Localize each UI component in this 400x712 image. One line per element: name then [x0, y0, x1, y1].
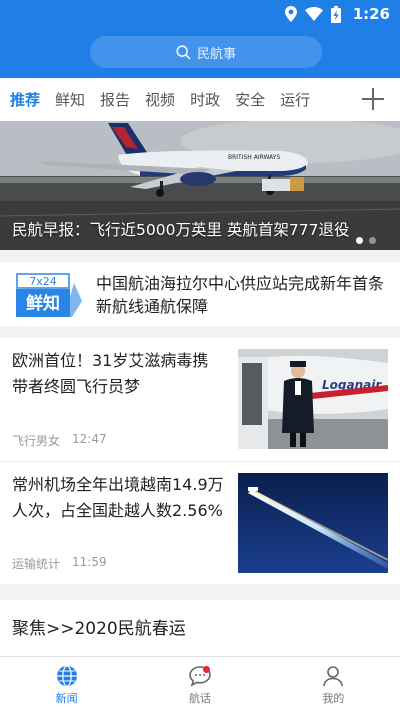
nav-profile-label: 我的 — [322, 692, 345, 705]
news-source: 运输统计 — [12, 557, 61, 571]
status-bar: 1:26 — [284, 0, 390, 28]
aircraft-trail-photo — [238, 473, 388, 573]
pilot-photo: Loganair — [238, 349, 388, 449]
user-icon — [323, 666, 344, 687]
search-icon — [176, 44, 191, 60]
tab-politics[interactable]: 时政 — [190, 89, 220, 110]
news-item[interactable]: 常州机场全年出境越南14.9万人次，占全国赴越人数2.56% 运输统计 11:5… — [0, 461, 400, 584]
news-meta: 运输统计 11:59 — [12, 555, 107, 572]
bottom-navigation: 新闻 航话 我的 — [0, 656, 400, 712]
flash-news[interactable]: 7x24 鲜知 中国航油海拉尔中心供应站完成新年首条新航线通航保障 — [0, 262, 400, 326]
flash-badge-main: 鲜知 — [26, 293, 60, 314]
status-time: 1:26 — [352, 5, 390, 23]
aircraft-livery-text: BRITISH AIRWAYS — [228, 154, 280, 161]
news-meta: 飞行男女 12:47 — [12, 432, 107, 449]
news-title: 常州机场全年出境越南14.9万人次，占全国赴越人数2.56% — [12, 475, 224, 520]
wifi-icon — [304, 7, 323, 21]
news-thumbnail — [238, 473, 388, 573]
top-banner[interactable]: BRITISH AIRWAYS 民航早报：飞行近5000万英里 英航首架777退… — [0, 121, 400, 250]
battery-icon — [330, 5, 341, 23]
nav-profile[interactable]: 我的 — [267, 657, 400, 712]
location-icon — [284, 6, 297, 22]
pager-dot-active — [356, 237, 363, 244]
news-item[interactable]: 欧洲首位！31岁艾滋病毒携带者终圆飞行员梦 飞行男女 12:47 Loganai… — [0, 338, 400, 461]
focus-section[interactable]: 聚焦>>2020民航春运 — [0, 600, 400, 656]
tab-reports[interactable]: 报告 — [100, 89, 130, 110]
add-tab-icon[interactable] — [362, 88, 384, 110]
top-header: 1:26 民航事 — [0, 0, 400, 78]
search-bar[interactable]: 民航事 — [90, 36, 322, 68]
tab-videos[interactable]: 视频 — [145, 89, 175, 110]
news-list: 欧洲首位！31岁艾滋病毒携带者终圆飞行员梦 飞行男女 12:47 Loganai… — [0, 338, 400, 584]
news-time: 12:47 — [72, 432, 107, 446]
globe-icon — [56, 665, 77, 687]
flash-headline: 中国航油海拉尔中心供应站完成新年首条新航线通航保障 — [96, 274, 385, 316]
tab-recommend[interactable]: 推荐 — [10, 89, 40, 110]
tab-operations[interactable]: 运行 — [280, 89, 310, 110]
news-thumbnail: Loganair — [238, 349, 388, 449]
news-source: 飞行男女 — [12, 434, 61, 448]
banner-caption: 民航早报：飞行近5000万英里 英航首架777退役 — [12, 221, 350, 239]
nav-chat[interactable]: 航话 — [133, 657, 266, 712]
news-title: 欧洲首位！31岁艾滋病毒携带者终圆飞行员梦 — [12, 351, 209, 396]
nav-news[interactable]: 新闻 — [0, 657, 133, 712]
flash-badge-top: 7x24 — [29, 275, 57, 288]
tab-flash[interactable]: 鲜知 — [55, 89, 85, 110]
focus-title: 聚焦>>2020民航春运 — [12, 619, 186, 639]
category-tabs: 推荐 鲜知 报告 视频 时政 安全 运行 — [0, 78, 400, 121]
tab-safety[interactable]: 安全 — [235, 89, 265, 110]
news-time: 11:59 — [72, 555, 107, 569]
search-placeholder: 民航事 — [196, 46, 236, 62]
banner-pager — [356, 237, 376, 244]
pager-dot — [369, 237, 376, 244]
nav-chat-label: 航话 — [188, 692, 211, 705]
app-screen: 1:26 民航事 推荐 鲜知 报告 视频 时政 安全 运行 BRITISH AI… — [0, 0, 400, 712]
flash-badge-icon: 7x24 鲜知 — [16, 273, 82, 317]
nav-news-label: 新闻 — [55, 692, 78, 705]
